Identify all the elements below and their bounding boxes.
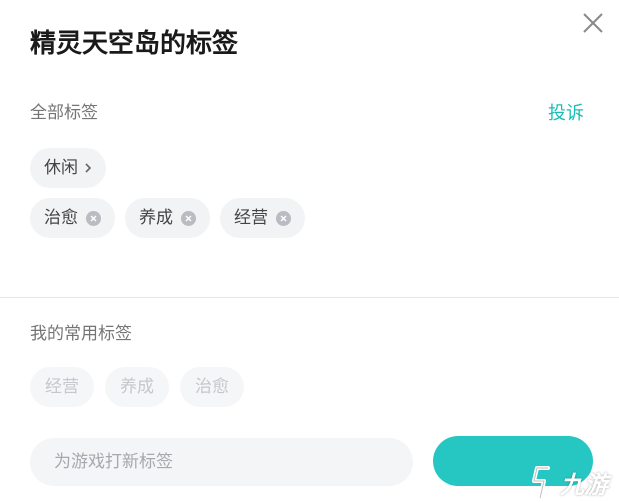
tag-chip[interactable]: 经营 xyxy=(220,198,305,238)
tag-dialog: 精灵天空岛的标签 全部标签 投诉 休闲 治愈 养成 经营 我的常用标签 经营 养… xyxy=(0,0,619,503)
category-chip-label: 休闲 xyxy=(44,158,78,178)
close-button[interactable] xyxy=(578,8,608,38)
tag-chip[interactable]: 养成 xyxy=(125,198,210,238)
submit-tag-button[interactable] xyxy=(433,436,593,486)
category-chip-leisure[interactable]: 休闲 xyxy=(30,148,106,188)
frequent-tag-chip[interactable]: 养成 xyxy=(105,367,169,407)
tag-chip-label: 经营 xyxy=(234,208,268,228)
all-tags-label: 全部标签 xyxy=(30,103,98,123)
report-link[interactable]: 投诉 xyxy=(548,101,584,127)
close-icon xyxy=(583,13,603,33)
dialog-title: 精灵天空岛的标签 xyxy=(30,29,239,59)
frequent-tags-label: 我的常用标签 xyxy=(30,324,132,344)
chevron-right-icon xyxy=(84,162,92,174)
tag-chip[interactable]: 治愈 xyxy=(30,198,115,238)
tag-chip-label: 养成 xyxy=(139,208,173,228)
tag-chip-label: 治愈 xyxy=(44,208,78,228)
remove-icon[interactable] xyxy=(181,210,196,226)
frequent-tag-chip[interactable]: 治愈 xyxy=(180,367,244,407)
new-tag-input[interactable] xyxy=(30,438,413,486)
remove-icon[interactable] xyxy=(86,210,101,226)
section-divider xyxy=(0,297,619,298)
frequent-tag-chip[interactable]: 经营 xyxy=(30,367,94,407)
remove-icon[interactable] xyxy=(276,210,291,226)
